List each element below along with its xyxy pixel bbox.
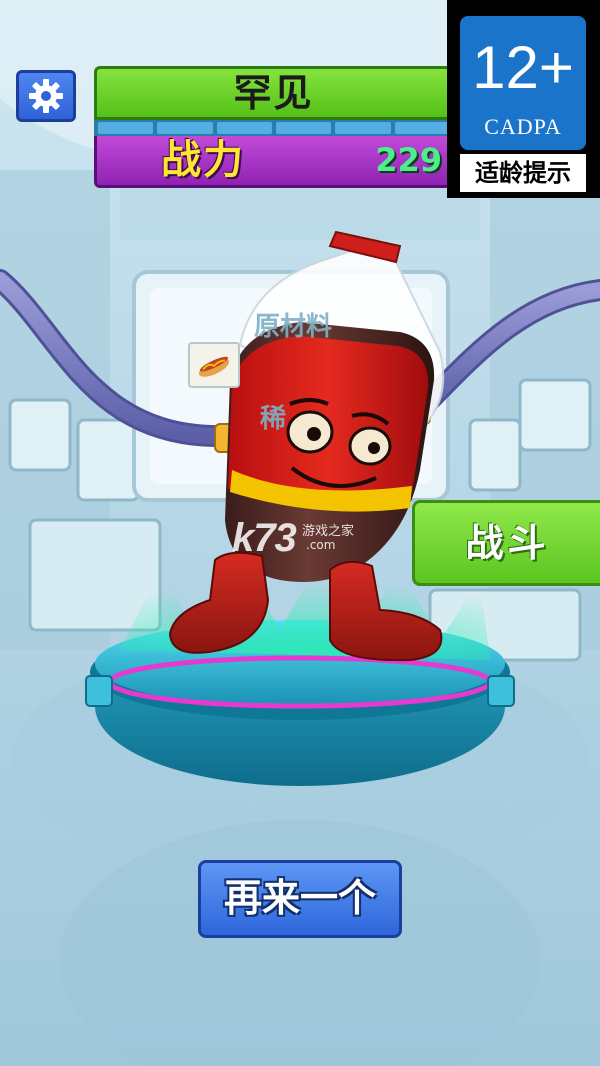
age-rating-value: 12+ bbox=[472, 34, 574, 101]
progress-segment bbox=[394, 122, 450, 134]
rarity-power-panel: 罕见 战力 229 bbox=[94, 66, 450, 188]
progress-segment bbox=[98, 122, 154, 134]
power-label: 战力 bbox=[161, 137, 245, 183]
gear-icon bbox=[29, 79, 63, 113]
rarity-header: 罕见 bbox=[94, 66, 450, 120]
age-rating-org: CADPA bbox=[484, 114, 562, 139]
material-card bbox=[188, 342, 240, 388]
power-row: 战力 229 bbox=[94, 136, 450, 188]
material-partial-text: 稀 bbox=[260, 404, 287, 434]
materials-title: 原材料 bbox=[254, 312, 333, 342]
progress-segment bbox=[216, 122, 272, 134]
roll-again-label: 再来一个 bbox=[223, 876, 376, 920]
age-rating-box: 12+ CADPA bbox=[460, 16, 586, 150]
settings-button[interactable] bbox=[16, 70, 76, 122]
fight-button[interactable]: 战斗 bbox=[412, 500, 600, 586]
age-rating-note: 适龄提示 bbox=[460, 154, 586, 192]
progress-segment bbox=[157, 122, 213, 134]
roll-again-button[interactable]: 再来一个 bbox=[198, 860, 402, 938]
age-rating-badge: 12+ CADPA 适龄提示 bbox=[447, 0, 600, 198]
rarity-label: 罕见 bbox=[233, 71, 314, 115]
watermark-url: .com bbox=[306, 538, 336, 552]
fight-button-label: 战斗 bbox=[465, 521, 550, 565]
hotdog-icon bbox=[198, 356, 230, 377]
watermark: k73 游戏之家 .com bbox=[232, 516, 354, 561]
progress-segment bbox=[275, 122, 332, 134]
power-value: 229 bbox=[375, 141, 442, 179]
watermark-name: 游戏之家 bbox=[302, 524, 355, 539]
watermark-logo: k73 bbox=[232, 516, 297, 560]
progress-segment bbox=[335, 122, 391, 134]
rarity-progress-bar bbox=[94, 120, 450, 136]
